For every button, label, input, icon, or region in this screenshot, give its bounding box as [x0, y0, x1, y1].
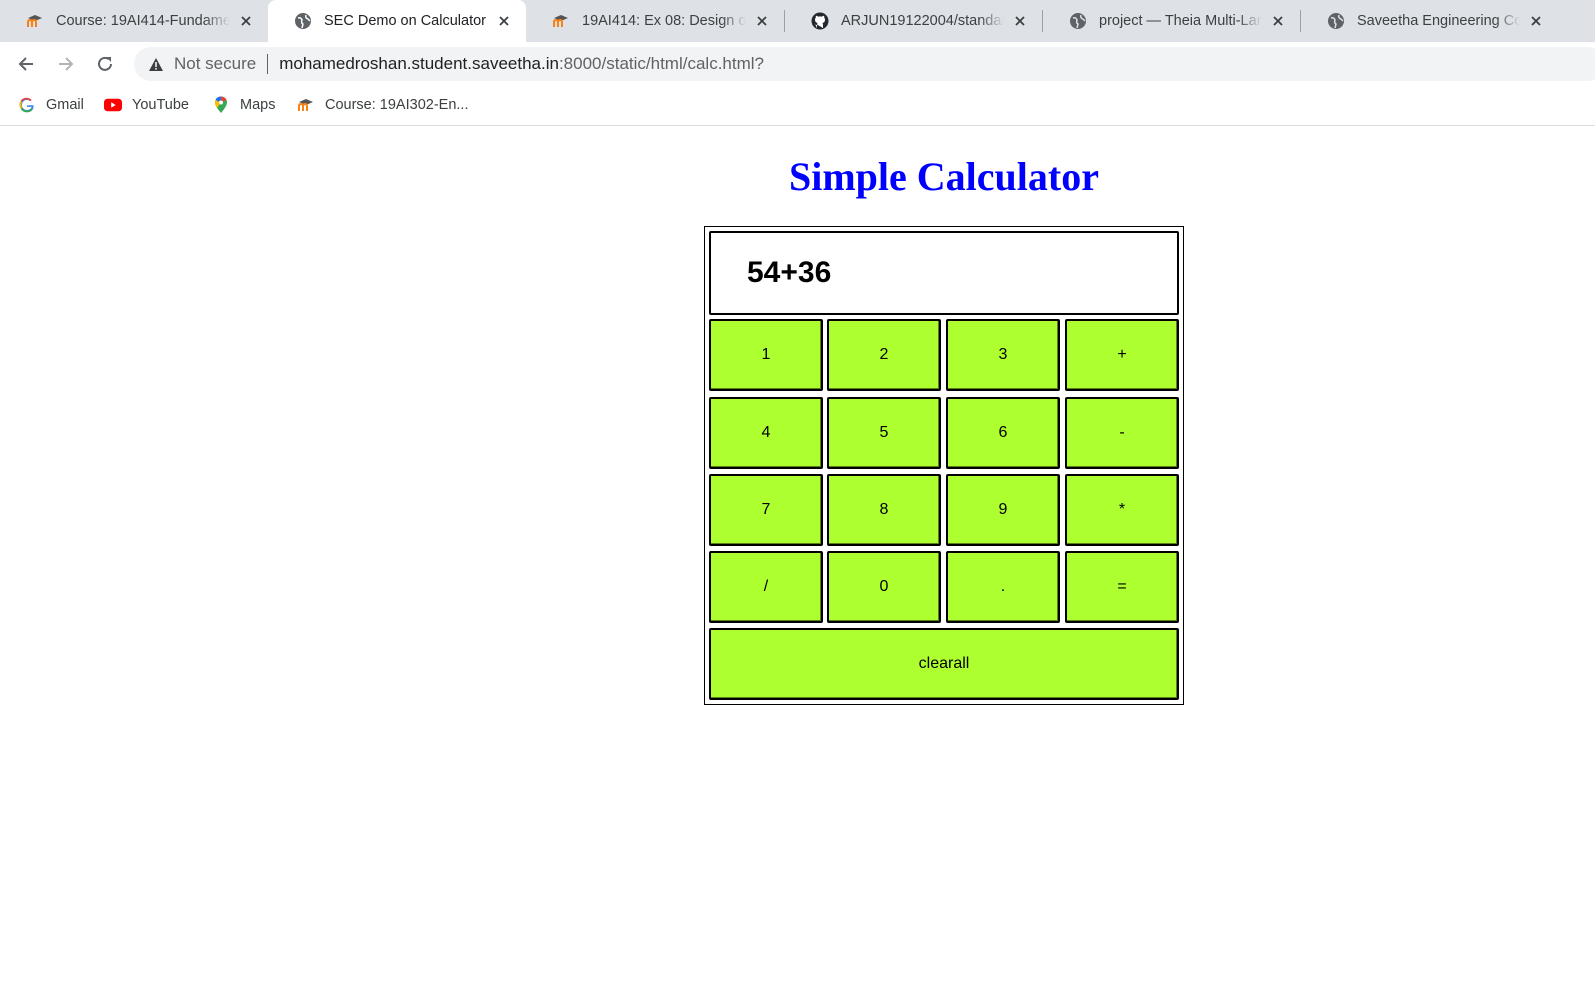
maps-pin-icon [212, 96, 230, 114]
omnibox-divider [267, 54, 269, 74]
google-icon [18, 96, 36, 114]
close-icon[interactable] [754, 13, 770, 29]
key-0[interactable]: 0 [827, 551, 941, 623]
tab-sec-demo-calculator[interactable]: SEC Demo on Calculator [268, 0, 526, 42]
tab-title: project — Theia Multi-Language [1099, 13, 1262, 29]
tab-title: SEC Demo on Calculator [324, 13, 486, 29]
bookmark-youtube[interactable]: YouTube [104, 95, 189, 115]
tab-course-fundamentals[interactable]: Course: 19AI414-Fundamentals [0, 0, 268, 42]
key-7[interactable]: 7 [709, 474, 823, 546]
bookmark-label: Course: 19AI302-En... [325, 97, 469, 113]
key-8[interactable]: 8 [827, 474, 941, 546]
forward-arrow-icon [59, 57, 74, 71]
browser-toolbar: Not secure mohamedroshan.student.saveeth… [0, 42, 1595, 86]
key-equals[interactable]: = [1065, 551, 1179, 623]
bookmarks-bar: Gmail YouTube Maps Course: 19AI302-En... [0, 86, 1595, 126]
youtube-icon [104, 96, 122, 114]
tab-strip: Course: 19AI414-Fundamentals SEC Demo on… [0, 0, 1595, 42]
calculator-panel: 1 2 3 + 4 5 6 - 7 8 9 * / 0 . = clearall [704, 226, 1184, 705]
moodle-icon [552, 12, 570, 30]
page-title: Simple Calculator [789, 154, 1099, 199]
close-icon[interactable] [496, 13, 512, 29]
forward-button[interactable] [54, 52, 78, 76]
back-button[interactable] [14, 52, 38, 76]
key-decimal[interactable]: . [946, 551, 1060, 623]
key-multiply[interactable]: * [1065, 474, 1179, 546]
tab-title: Course: 19AI414-Fundamentals [56, 13, 230, 29]
key-5[interactable]: 5 [827, 397, 941, 469]
tab-title: 19AI414: Ex 08: Design of a [582, 13, 746, 29]
globe-icon [1069, 12, 1087, 30]
moodle-icon [297, 96, 315, 114]
bookmark-maps[interactable]: Maps [212, 95, 275, 115]
key-2[interactable]: 2 [827, 319, 941, 391]
close-icon[interactable] [1012, 13, 1028, 29]
close-icon[interactable] [238, 13, 254, 29]
reload-button[interactable] [93, 52, 117, 76]
clear-all-button[interactable]: clearall [709, 628, 1179, 700]
bookmark-gmail[interactable]: Gmail [18, 95, 84, 115]
key-minus[interactable]: - [1065, 397, 1179, 469]
reload-icon [98, 56, 112, 71]
warning-icon[interactable] [148, 56, 164, 72]
key-9[interactable]: 9 [946, 474, 1060, 546]
tab-saveetha-college[interactable]: Saveetha Engineering College [1301, 0, 1558, 42]
globe-icon [294, 12, 312, 30]
back-arrow-icon [18, 57, 33, 71]
url-host: mohamedroshan.student.saveetha.in [279, 54, 559, 73]
tab-title: Saveetha Engineering College [1357, 13, 1520, 29]
tab-ex08-design[interactable]: 19AI414: Ex 08: Design of a [526, 0, 784, 42]
key-divide[interactable]: / [709, 551, 823, 623]
calculator-display[interactable] [709, 231, 1179, 315]
url-text[interactable]: mohamedroshan.student.saveetha.in:8000/s… [279, 54, 764, 74]
globe-icon [1327, 12, 1345, 30]
close-icon[interactable] [1270, 13, 1286, 29]
tab-theia-project[interactable]: project — Theia Multi-Language [1043, 0, 1300, 42]
bookmark-label: Gmail [46, 97, 84, 113]
key-plus[interactable]: + [1065, 319, 1179, 391]
bookmark-label: YouTube [132, 97, 189, 113]
bookmark-label: Maps [240, 97, 276, 113]
close-icon[interactable] [1528, 13, 1544, 29]
key-3[interactable]: 3 [946, 319, 1060, 391]
url-path: :8000/static/html/calc.html? [558, 54, 764, 73]
security-status[interactable]: Not secure [174, 54, 256, 74]
tab-github-repo[interactable]: ARJUN19122004/standard- [785, 0, 1042, 42]
key-6[interactable]: 6 [946, 397, 1060, 469]
moodle-icon [26, 12, 44, 30]
key-4[interactable]: 4 [709, 397, 823, 469]
bookmark-course-19ai302[interactable]: Course: 19AI302-En... [297, 95, 468, 115]
key-1[interactable]: 1 [709, 319, 823, 391]
tab-title: ARJUN19122004/standard- [841, 13, 1004, 29]
github-icon [811, 12, 829, 30]
address-bar[interactable]: Not secure mohamedroshan.student.saveeth… [134, 47, 1595, 81]
